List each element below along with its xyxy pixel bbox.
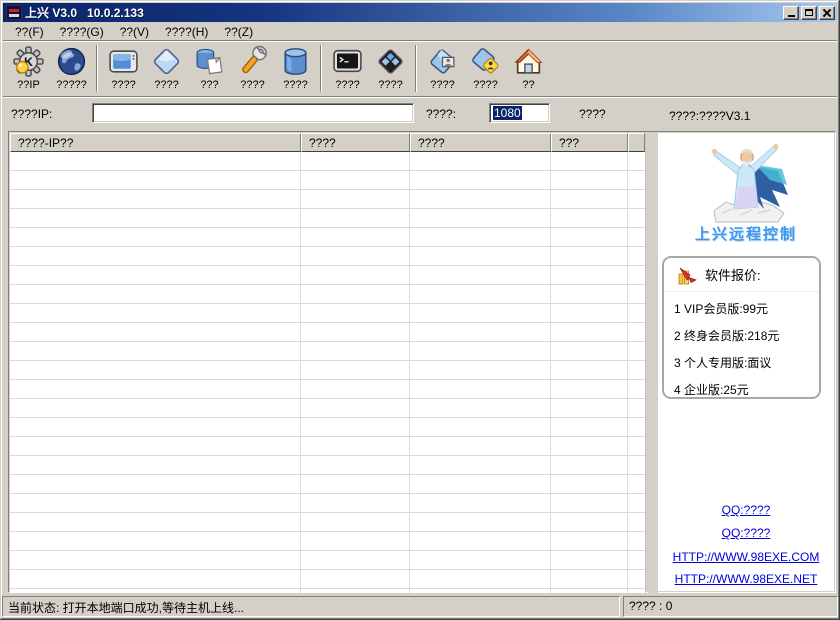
listen-button[interactable]: ???? [579,107,606,121]
column-header-host-ip[interactable]: ????-IP?? [10,133,301,152]
toolbar-button-online-hosts[interactable]: ????? [50,44,93,91]
toolbar-button-database[interactable]: ???? [274,44,317,91]
main-panel: ????-IP?? ???? ???? ??? [8,131,836,593]
database-icon [279,45,312,78]
status-message: 当前状态: 打开本地端口成功,等待主机上线... [2,596,620,617]
toolbar-separator [320,45,322,92]
minimize-icon [788,15,795,17]
toolbar-button-query-ip[interactable]: K ??IP [7,44,50,91]
toolbar-label: ???? [154,79,178,91]
menu-about[interactable]: ??(Z) [216,24,261,40]
port-selected-text: 1080 [493,106,522,120]
diamond-icon [150,45,183,78]
toolbar-separator [96,45,98,92]
pricing-item: 3 个人专用版:面议 [664,350,819,377]
toolbar-button-build-server[interactable]: ???? [464,44,507,91]
close-icon [823,9,831,17]
toolbar-label: ???? [430,79,454,91]
toolbar-label: ????? [56,79,87,91]
keyboard-icon [374,45,407,78]
titlebar[interactable]: 上兴 V3.0 10.0.2.133 [3,3,837,22]
home-icon [512,45,545,78]
photo-diamond-icon [426,45,459,78]
terminal-icon [331,45,364,78]
menu-view[interactable]: ??(V) [112,24,157,40]
toolbar-label: ???? [240,79,264,91]
website-link-com[interactable]: HTTP://WWW.98EXE.COM [658,550,834,564]
monitor-icon [107,45,140,78]
menubar: ??(F) ????(G) ??(V) ????(H) ??(Z) [3,23,837,40]
window-title: 上兴 V3.0 10.0.2.133 [25,4,144,21]
toolbar-button-snapshot[interactable]: ???? [421,44,464,91]
toolbar: K ??IP ????? ???? [3,43,837,96]
toolbar-label: ???? [283,79,307,91]
menu-help[interactable]: ????(H) [157,24,216,40]
maximize-icon [805,9,813,16]
wrench-icon [236,45,269,78]
host-list-body[interactable] [10,152,645,593]
maximize-button[interactable] [801,6,817,20]
pricing-box: 软件报价: 1 VIP会员版:99元 2 终身会员版:218元 3 个人专用版:… [662,256,821,399]
price-chart-icon [676,264,698,286]
toolbar-label: ???? [378,79,402,91]
globe-icon [55,45,88,78]
table-scrollbar[interactable] [648,133,658,593]
toolbar-button-settings[interactable]: ???? [231,44,274,91]
pricing-item: 2 终身会员版:218元 [664,323,819,350]
toolbar-button-home[interactable]: ?? [507,44,550,91]
pricing-title: 软件报价: [705,265,761,284]
file-transfer-icon [193,45,226,78]
sidebar: 上兴远程控制 软件报价: 1 VIP会员版:99元 2 终身会员版:218元 3… [658,133,834,591]
column-header-2[interactable]: ???? [301,133,410,152]
menu-file[interactable]: ??(F) [7,24,52,40]
host-list-table[interactable]: ????-IP?? ???? ???? ??? [10,133,646,593]
pricing-header: 软件报价: [664,258,819,292]
grid-line [627,152,628,593]
local-ip-input[interactable] [92,103,414,123]
column-header-empty [628,133,645,152]
qq-link-2[interactable]: QQ:???? [658,526,834,540]
brand-text: 上兴远程控制 [658,223,834,244]
connect-bar: ????IP: ????: 1080 ???? ????:????V3.1 [3,98,837,131]
toolbar-label: ???? [335,79,359,91]
wizard-mascot-image [692,139,800,223]
version-text: ????:????V3.1 [669,109,750,123]
grid-line [550,152,551,593]
local-ip-label: ????IP: [11,107,52,121]
column-header-3[interactable]: ???? [410,133,551,152]
column-header-4[interactable]: ??? [551,133,628,152]
grid-line [300,152,301,593]
app-window: 上兴 V3.0 10.0.2.133 ??(F) ????(G) ??(V) ?… [0,0,840,620]
toolbar-button-control[interactable]: ???? [145,44,188,91]
close-button[interactable] [819,6,835,20]
menu-tools[interactable]: ????(G) [52,24,112,40]
toolbar-label: ??IP [17,79,40,91]
toolbar-label: ??? [200,79,218,91]
pricing-item: 4 企业版:25元 [664,377,819,404]
toolbar-label: ???? [473,79,497,91]
gear-icon: K [12,45,45,78]
app-logo-icon [6,5,22,20]
toolbar-button-files[interactable]: ??? [188,44,231,91]
toolbar-button-terminal[interactable]: ???? [326,44,369,91]
qq-link-1[interactable]: QQ:???? [658,503,834,517]
host-list-header-row: ????-IP?? ???? ???? ??? [10,133,645,152]
minimize-button[interactable] [783,6,799,20]
pricing-item: 1 VIP会员版:99元 [664,296,819,323]
port-label: ????: [426,107,456,121]
statusbar: 当前状态: 打开本地端口成功,等待主机上线... ???? : 0 [2,596,838,617]
menu-separator [3,40,837,42]
port-input[interactable]: 1080 [489,103,550,123]
pricing-items: 1 VIP会员版:99元 2 终身会员版:218元 3 个人专用版:面议 4 企… [664,292,819,404]
window-controls [781,6,835,20]
toolbar-button-keyboard[interactable]: ???? [369,44,412,91]
user-diamond-icon [469,45,502,78]
toolbar-label: ?? [522,79,534,91]
toolbar-button-screen[interactable]: ???? [102,44,145,91]
status-host-count: ???? : 0 [623,596,838,617]
toolbar-label: ???? [111,79,135,91]
website-link-net[interactable]: HTTP://WWW.98EXE.NET [658,572,834,586]
toolbar-separator [415,45,417,92]
grid-line [409,152,410,593]
